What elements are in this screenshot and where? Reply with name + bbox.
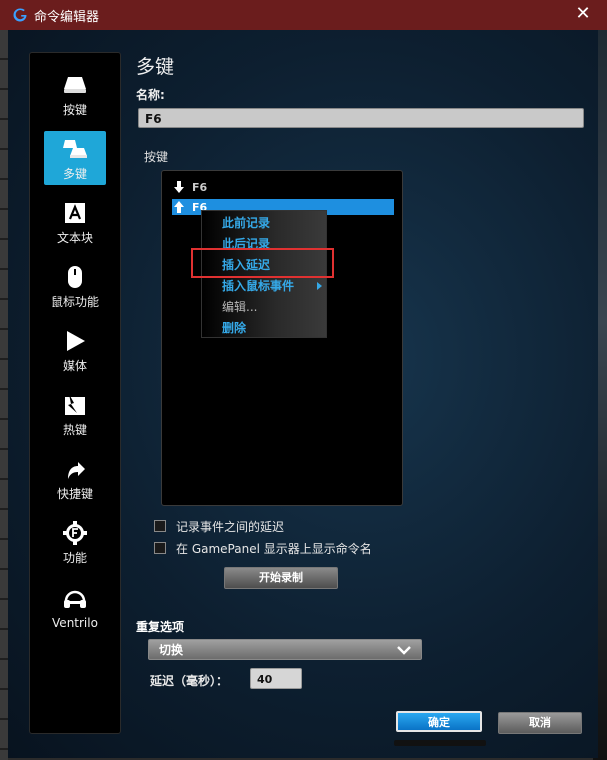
sidebar-item-label: 快捷键 — [56, 487, 93, 501]
close-icon[interactable]: ✕ — [573, 4, 593, 24]
page-title: 多键 — [136, 56, 175, 78]
sidebar-item-multikey[interactable]: 多键 — [44, 131, 106, 185]
repeat-options-select[interactable]: 切换 — [148, 639, 422, 660]
background-app-strip — [0, 30, 8, 760]
hotkey-icon — [62, 393, 88, 417]
checkbox-record-delays-row: 记录事件之间的延迟 — [154, 518, 284, 534]
delay-input[interactable]: 40 — [250, 668, 302, 689]
delay-label: 延迟（毫秒）： — [150, 674, 229, 688]
context-menu: 此前记录 此后记录 插入延迟 插入鼠标事件 编辑... 删除 — [201, 210, 327, 338]
sidebar-item-label: 文本块 — [56, 231, 93, 245]
sidebar-item-hotkey[interactable]: 热键 — [44, 387, 106, 441]
headset-icon — [62, 588, 88, 612]
record-delays-checkbox[interactable] — [154, 520, 166, 532]
sidebar-item-media[interactable]: 媒体 — [44, 323, 106, 377]
show-command-name-checkbox[interactable] — [154, 542, 166, 554]
repeat-selected-value: 切换 — [159, 643, 184, 657]
arrow-up-icon — [174, 201, 184, 213]
keys-label: 按键 — [144, 150, 169, 164]
list-item[interactable]: F6 — [172, 179, 394, 195]
key-label: F6 — [192, 180, 208, 194]
keycap-icon — [62, 73, 88, 97]
shortcut-arrow-icon — [62, 457, 88, 481]
repeat-options-label: 重复选项 — [136, 620, 185, 634]
name-label: 名称: — [136, 88, 165, 102]
command-editor-window: 按键 多键 文本块 鼠标功能 媒体 热键 快捷键 功能 Ventrilo 多键 … — [8, 30, 598, 758]
sidebar-item-label: 热键 — [62, 423, 87, 437]
function-gear-icon — [62, 521, 88, 545]
checkbox-label: 在 GamePanel 显示器上显示命令名 — [176, 541, 372, 556]
chevron-down-icon — [397, 646, 411, 655]
play-icon — [62, 329, 88, 353]
sidebar-item-text-block[interactable]: 文本块 — [44, 195, 106, 249]
sidebar-item-label: 媒体 — [62, 359, 87, 373]
menu-item-insert-mouse-event[interactable]: 插入鼠标事件 — [222, 277, 294, 297]
sidebar-item-label: 功能 — [62, 551, 87, 565]
title-bar: 命令编辑器 ✕ — [0, 0, 607, 30]
sidebar-item-label: Ventrilo — [52, 616, 98, 630]
mouse-icon — [62, 265, 88, 289]
text-block-icon — [62, 201, 88, 225]
menu-item-record-after[interactable]: 此后记录 — [222, 235, 270, 255]
submenu-arrow-icon — [317, 282, 322, 290]
ok-button[interactable]: 确定 — [396, 711, 482, 732]
arrow-down-icon — [174, 181, 184, 193]
menu-item-record-before[interactable]: 此前记录 — [222, 214, 270, 234]
sidebar-item-label: 按键 — [62, 103, 87, 117]
name-input[interactable]: F6 — [138, 108, 584, 128]
menu-item-insert-delay[interactable]: 插入延迟 — [222, 256, 270, 276]
sidebar-item-keystroke[interactable]: 按键 — [44, 67, 106, 121]
sidebar-item-mouse-function[interactable]: 鼠标功能 — [44, 259, 106, 313]
logitech-g-logo-icon — [13, 8, 27, 22]
start-recording-button[interactable]: 开始录制 — [224, 567, 338, 589]
menu-item-delete[interactable]: 删除 — [222, 319, 246, 339]
sidebar-item-ventrilo[interactable]: Ventrilo — [44, 579, 106, 633]
cancel-button[interactable]: 取消 — [498, 712, 582, 734]
sidebar-item-shortcut[interactable]: 快捷键 — [44, 451, 106, 505]
multikey-icon — [62, 137, 88, 161]
sidebar-item-label: 多键 — [62, 167, 87, 181]
checkbox-label: 记录事件之间的延迟 — [176, 519, 285, 534]
command-type-sidebar: 按键 多键 文本块 鼠标功能 媒体 热键 快捷键 功能 Ventrilo — [29, 52, 121, 734]
sidebar-item-function[interactable]: 功能 — [44, 515, 106, 569]
menu-item-edit: 编辑... — [222, 300, 258, 314]
decorative-bar — [394, 740, 486, 746]
checkbox-show-name-row: 在 GamePanel 显示器上显示命令名 — [154, 540, 372, 556]
window-title: 命令编辑器 — [34, 9, 100, 25]
sidebar-item-label: 鼠标功能 — [50, 295, 99, 309]
